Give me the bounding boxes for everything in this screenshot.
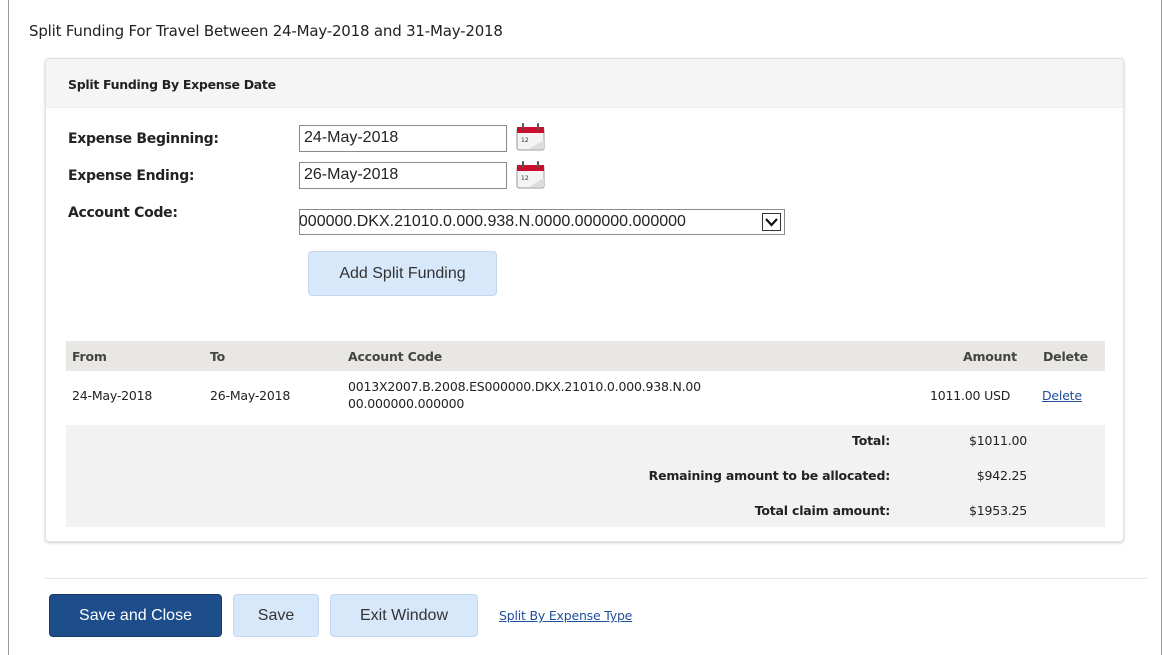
row-amount: 1011.00 USD — [930, 388, 1011, 403]
column-header-from: From — [72, 349, 107, 364]
calendar-icon[interactable]: 12 — [515, 122, 546, 152]
split-by-expense-type-link[interactable]: Split By Expense Type — [499, 608, 632, 623]
expense-ending-input[interactable]: 26-May-2018 — [299, 162, 507, 189]
account-code-value: 0000000.DKX.21010.0.000.938.N.0000.00000… — [300, 213, 686, 230]
row-from: 24-May-2018 — [72, 388, 153, 403]
total-claim-label: Total claim amount: — [754, 503, 891, 518]
total-value: $1011.00 — [968, 433, 1027, 448]
column-header-delete: Delete — [1043, 349, 1088, 364]
column-header-account-code: Account Code — [348, 349, 442, 364]
account-code-label: Account Code: — [68, 205, 178, 221]
chevron-down-icon[interactable] — [762, 213, 781, 231]
dialog-window: Split Funding For Travel Between 24-May-… — [8, 0, 1162, 655]
page-title: Split Funding For Travel Between 24-May-… — [29, 22, 503, 40]
row-to: 26-May-2018 — [210, 388, 291, 403]
split-funding-panel: Split Funding By Expense Date Expense Be… — [45, 58, 1124, 542]
calendar-icon[interactable]: 12 — [515, 160, 546, 190]
expense-beginning-input[interactable]: 24-May-2018 — [299, 125, 507, 152]
totals-section: Total: $1011.00 Remaining amount to be a… — [66, 425, 1105, 527]
expense-ending-label: Expense Ending: — [68, 168, 195, 184]
footer-divider — [45, 578, 1147, 579]
save-and-close-button[interactable]: Save and Close — [49, 594, 222, 637]
row-delete-link[interactable]: Delete — [1042, 388, 1082, 403]
total-claim-value: $1953.25 — [968, 503, 1027, 518]
remaining-value: $942.25 — [976, 468, 1027, 483]
table-header: From To Account Code Amount Delete — [66, 341, 1105, 371]
svg-text:12: 12 — [521, 137, 529, 144]
save-button[interactable]: Save — [233, 594, 319, 637]
row-account-code-line2: 00.000000.000000 — [348, 396, 465, 411]
exit-window-button[interactable]: Exit Window — [330, 594, 478, 637]
row-account-code-line1: 0013X2007.B.2008.ES000000.DKX.21010.0.00… — [348, 379, 701, 394]
column-header-to: To — [210, 349, 226, 364]
svg-text:12: 12 — [521, 175, 529, 182]
remaining-label: Remaining amount to be allocated: — [648, 468, 891, 483]
total-label: Total: — [852, 433, 890, 448]
add-split-funding-button[interactable]: Add Split Funding — [308, 251, 497, 296]
panel-header: Split Funding By Expense Date — [46, 59, 1123, 108]
column-header-amount: Amount — [963, 349, 1017, 364]
expense-beginning-label: Expense Beginning: — [68, 131, 219, 147]
account-code-select[interactable]: 0000000.DKX.21010.0.000.938.N.0000.00000… — [299, 209, 785, 235]
